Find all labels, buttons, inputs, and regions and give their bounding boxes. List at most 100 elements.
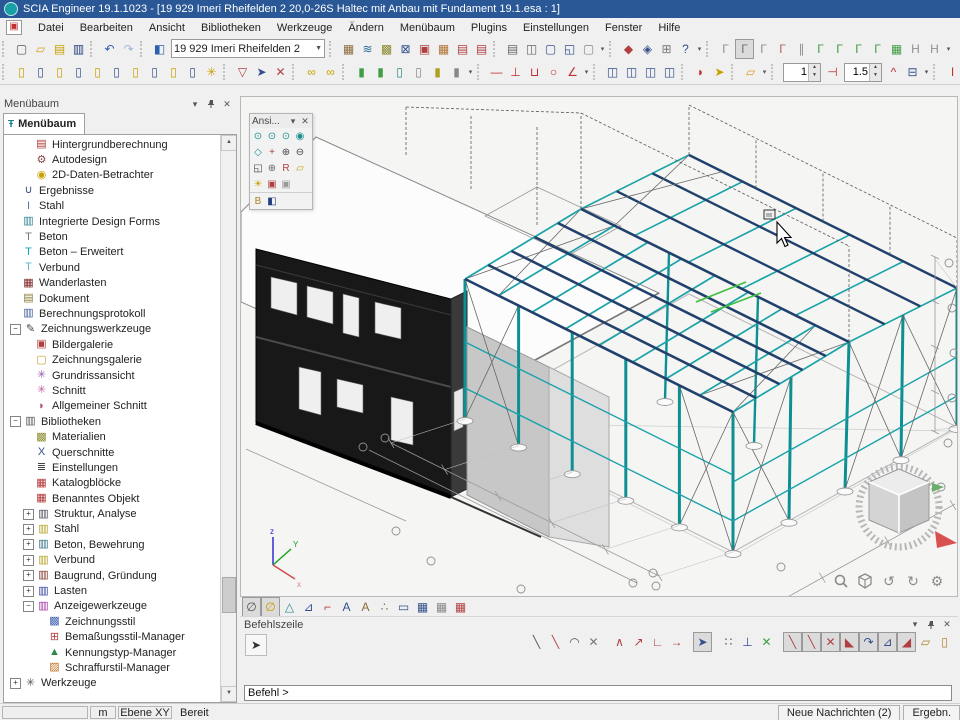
connection-frame-welded-icon[interactable]: Γ (754, 39, 773, 59)
new-messages-button[interactable]: Neue Nachrichten (2) (778, 705, 901, 720)
command-panel-pin-button[interactable] (924, 618, 938, 631)
toolbar-overflow-caret[interactable]: ▾ (922, 63, 931, 81)
zoom-all-icon[interactable]: ⊕ (265, 161, 279, 175)
zoom-window-icon[interactable]: ◱ (251, 161, 265, 175)
connection-mesh-icon[interactable]: ▦ (887, 39, 906, 59)
dimension-scale-icon[interactable]: ⊣ (823, 62, 842, 82)
menu-item-bearbeiten[interactable]: Bearbeiten (72, 20, 141, 36)
3d-viewport[interactable]: zYx Ansi... ▾ ✕ ⊙⊙⊙◉◇+⊕⊖◱⊕R▱☀▣▣B◧ ↺ ↻ ⚙ (240, 96, 958, 597)
view-parameters-icon[interactable]: ◧ (265, 194, 279, 208)
tree-item-hintergrundberechnung[interactable]: ▤Hintergrundberechnung (4, 137, 221, 152)
mesh-settings-icon[interactable]: ▦ (434, 39, 453, 59)
tree-item-lasten[interactable]: +▥Lasten (4, 583, 221, 598)
expand-icon[interactable]: + (23, 570, 34, 581)
search-members-icon[interactable]: ∞ (302, 62, 321, 82)
tree-item-bema-ungsstil-manager[interactable]: ⊞Bemaßungsstil-Manager (4, 630, 221, 645)
tree-item-berechnungsprotokoll[interactable]: ▥Berechnungsprotokoll (4, 306, 221, 321)
tree-item-ergebnisse[interactable]: ∪Ergebnisse (4, 183, 221, 198)
menu-item-fenster[interactable]: Fenster (597, 20, 650, 36)
deselect-all-icon[interactable]: ✕ (271, 62, 290, 82)
cross-sections-icon[interactable]: ⊠ (396, 39, 415, 59)
scrollbar-thumb[interactable] (222, 577, 236, 613)
whats-this-help-icon[interactable]: ? (676, 39, 695, 59)
working-plane-field[interactable]: Ebene XY (118, 706, 172, 719)
print-icon[interactable]: ▤ (503, 39, 522, 59)
toolbar-overflow-caret[interactable]: ▾ (598, 40, 607, 58)
view-axonometric-icon[interactable]: ◉ (293, 129, 307, 143)
collapse-icon[interactable]: − (23, 601, 34, 612)
menu-item-ansicht[interactable]: Ansicht (141, 20, 193, 36)
show-labels-icon[interactable]: A (337, 597, 356, 617)
hinge-both-ends-icon[interactable]: I (943, 62, 960, 82)
new-support-icon[interactable]: ⊥ (506, 62, 525, 82)
tab-menubaum[interactable]: Ŧ Menübaum (3, 113, 85, 134)
fast-adjustment-structure-icon[interactable]: ▦ (451, 597, 470, 617)
snap-segment-icon[interactable]: ╲ (546, 632, 565, 652)
trim-member-icon[interactable]: ▯ (107, 62, 126, 82)
tree-item-schraffurstil-manager[interactable]: ▨Schraffurstil-Manager (4, 660, 221, 675)
collapse-icon[interactable]: − (10, 416, 21, 427)
tree-item-schnitt[interactable]: ✳Schnitt (4, 383, 221, 398)
paste-icon[interactable]: ◫ (660, 62, 679, 82)
tree-item-benanntes-objekt[interactable]: ▦Benanntes Objekt (4, 491, 221, 506)
select-by-property-icon[interactable]: ▽ (233, 62, 252, 82)
visibility-settings-icon[interactable]: ▮ (428, 62, 447, 82)
show-nodes-icon[interactable]: ∴ (375, 597, 394, 617)
open-library-icon[interactable]: ▱ (741, 62, 760, 82)
stretch-member-icon[interactable]: ▯ (88, 62, 107, 82)
tree-item-beton-bewehrung[interactable]: +▥Beton, Bewehrung (4, 537, 221, 552)
connection-bolted-2-icon[interactable]: Γ (811, 39, 830, 59)
menu-item-bibliotheken[interactable]: Bibliotheken (193, 20, 269, 36)
tree-item-querschnitte[interactable]: XQuerschnitte (4, 445, 221, 460)
zoom-out-icon[interactable]: ⊖ (293, 145, 307, 159)
connection-grid-icon[interactable]: ∥ (792, 39, 811, 59)
zoom-window-icon[interactable] (831, 572, 851, 590)
expand-icon[interactable]: + (23, 509, 34, 520)
tree-item-grundrissansicht[interactable]: ✳Grundrissansicht (4, 368, 221, 383)
panel-close-button[interactable]: ✕ (220, 98, 234, 111)
tree-item-2d-daten-betrachter[interactable]: ◉2D-Daten-Betrachter (4, 168, 221, 183)
connection-stiffener-icon[interactable]: Γ (849, 39, 868, 59)
navigation-cube[interactable] (859, 467, 957, 548)
display-scale-spin[interactable]: 1.5▲▼ (844, 63, 882, 82)
display-setup-icon[interactable]: ⊟ (903, 62, 922, 82)
project-combo[interactable]: 19 929 Imeri Rheifelden 2▼ (171, 39, 325, 58)
collapse-icon[interactable]: − (10, 324, 21, 335)
toolbar-overflow-caret[interactable]: ▾ (582, 63, 591, 81)
snap-arc-center-icon[interactable]: ↷ (859, 632, 878, 652)
scroll-down-icon[interactable]: ▼ (221, 686, 237, 702)
tree-item-verbund[interactable]: +▥Verbund (4, 553, 221, 568)
document-window-icon[interactable]: ▣ (6, 20, 22, 35)
selection-cursor-button[interactable]: ➤ (245, 634, 267, 656)
clean-structure-icon[interactable]: ◆ (619, 39, 638, 59)
spin-arrows[interactable]: ▲▼ (869, 64, 881, 81)
new-1d-member-icon[interactable]: — (487, 62, 506, 82)
menu-item-menbaum[interactable]: Menübaum (392, 20, 463, 36)
new-opening-icon[interactable]: ⊔ (525, 62, 544, 82)
extend-member-icon[interactable]: ▯ (126, 62, 145, 82)
tree-item-struktur-analyse[interactable]: +▥Struktur, Analyse (4, 506, 221, 521)
tree-scrollbar[interactable]: ▲ ▼ (220, 135, 236, 702)
snap-nearest-icon[interactable]: → (667, 632, 686, 652)
tree-item-autodesign[interactable]: ⚙Autodesign (4, 152, 221, 167)
previous-view-icon[interactable]: ▱ (293, 161, 307, 175)
connection-frame-rigid-icon[interactable]: Γ (773, 39, 792, 59)
catalog-blocks-icon[interactable]: ▣ (415, 39, 434, 59)
section-display-icon[interactable]: ^ (884, 62, 903, 82)
table-input-icon[interactable]: ⊞ (657, 39, 676, 59)
toolbar-overflow-caret[interactable]: ▾ (760, 63, 769, 81)
set-view-direction-icon[interactable]: + (265, 145, 279, 159)
tree-item-dokument[interactable]: ▤Dokument (4, 291, 221, 306)
line-grid-icon[interactable]: ▤ (472, 39, 491, 59)
materials-icon[interactable]: ▩ (377, 39, 396, 59)
tree-item-bibliotheken[interactable]: −▥Bibliotheken (4, 414, 221, 429)
new-circle-icon[interactable]: ○ (544, 62, 563, 82)
spin-value[interactable]: 1 (784, 66, 808, 78)
toolbar-overflow-caret[interactable]: ▾ (466, 63, 475, 81)
expand-icon[interactable]: + (10, 678, 21, 689)
print-preview-icon[interactable]: ◫ (522, 39, 541, 59)
toolbar-overflow-caret[interactable]: ▾ (695, 40, 704, 58)
zoom-selection-icon[interactable]: R (279, 161, 293, 175)
snap-off-icon[interactable]: ✕ (584, 632, 603, 652)
command-panel-close-button[interactable]: ✕ (940, 618, 954, 631)
